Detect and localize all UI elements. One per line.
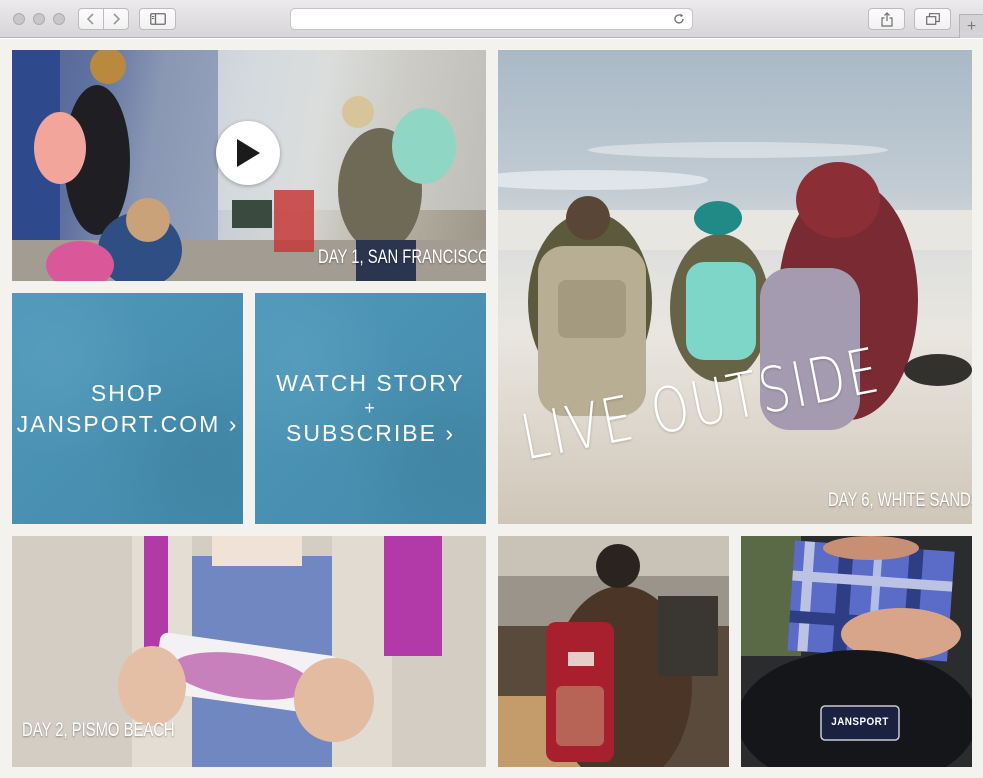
play-icon [237, 139, 260, 167]
show-tabs-button[interactable] [914, 8, 951, 30]
share-icon [880, 11, 893, 27]
back-button[interactable] [78, 8, 104, 30]
shop-jansport-link[interactable]: SHOP JANSPORT.COM › [12, 293, 243, 524]
minimize-window-button[interactable] [33, 13, 45, 25]
photo-tile-pismo-beach[interactable]: DAY 2, PISMO BEACH [12, 536, 486, 767]
browser-toolbar: + [0, 0, 983, 38]
jansport-brand-patch: JANSPORT [831, 716, 889, 728]
hero-tile-white-sands[interactable]: LIVE OUTSIDE DAY 6, WHITE SANDS [498, 50, 972, 524]
photo-tile-plaid-laptop[interactable]: JANSPORT [741, 536, 972, 767]
photo-tile-red-backpack[interactable] [498, 536, 729, 767]
shop-link-text: SHOP JANSPORT.COM › [17, 378, 239, 440]
address-bar[interactable] [290, 8, 693, 30]
new-tab-button[interactable]: + [959, 14, 983, 38]
watch-line-1: WATCH STORY [276, 370, 465, 396]
share-button[interactable] [868, 8, 905, 30]
close-window-button[interactable] [13, 13, 25, 25]
play-video-button[interactable] [216, 121, 280, 185]
watch-line-2: + [364, 398, 377, 418]
white-sands-caption: DAY 6, WHITE SANDS [828, 490, 972, 511]
plus-icon: + [966, 17, 977, 35]
pismo-beach-caption: DAY 2, PISMO BEACH [22, 720, 175, 741]
san-francisco-caption: DAY 1, SAN FRANCISCO [318, 247, 486, 268]
zoom-window-button[interactable] [53, 13, 65, 25]
sidebar-toggle-button[interactable] [139, 8, 176, 30]
shop-line-2: JANSPORT.COM › [16, 410, 239, 437]
chevron-right-icon [113, 13, 120, 25]
page-content: DAY 1, SAN FRANCISCO LIVE OUTSIDE DAY 6,… [0, 39, 983, 778]
shop-line-1: SHOP [90, 379, 165, 406]
tabs-icon [925, 13, 940, 25]
watch-line-3: SUBSCRIBE › [286, 420, 455, 446]
sidebar-icon [149, 13, 166, 25]
plaid-laptop-photo [741, 536, 972, 767]
reload-icon[interactable] [672, 12, 686, 26]
watch-link-text: WATCH STORY + SUBSCRIBE › [276, 368, 465, 449]
watch-story-subscribe-link[interactable]: WATCH STORY + SUBSCRIBE › [255, 293, 486, 524]
forward-button[interactable] [103, 8, 129, 30]
chevron-left-icon [87, 13, 94, 25]
video-tile-san-francisco[interactable]: DAY 1, SAN FRANCISCO [12, 50, 486, 281]
red-backpack-photo [498, 536, 729, 767]
